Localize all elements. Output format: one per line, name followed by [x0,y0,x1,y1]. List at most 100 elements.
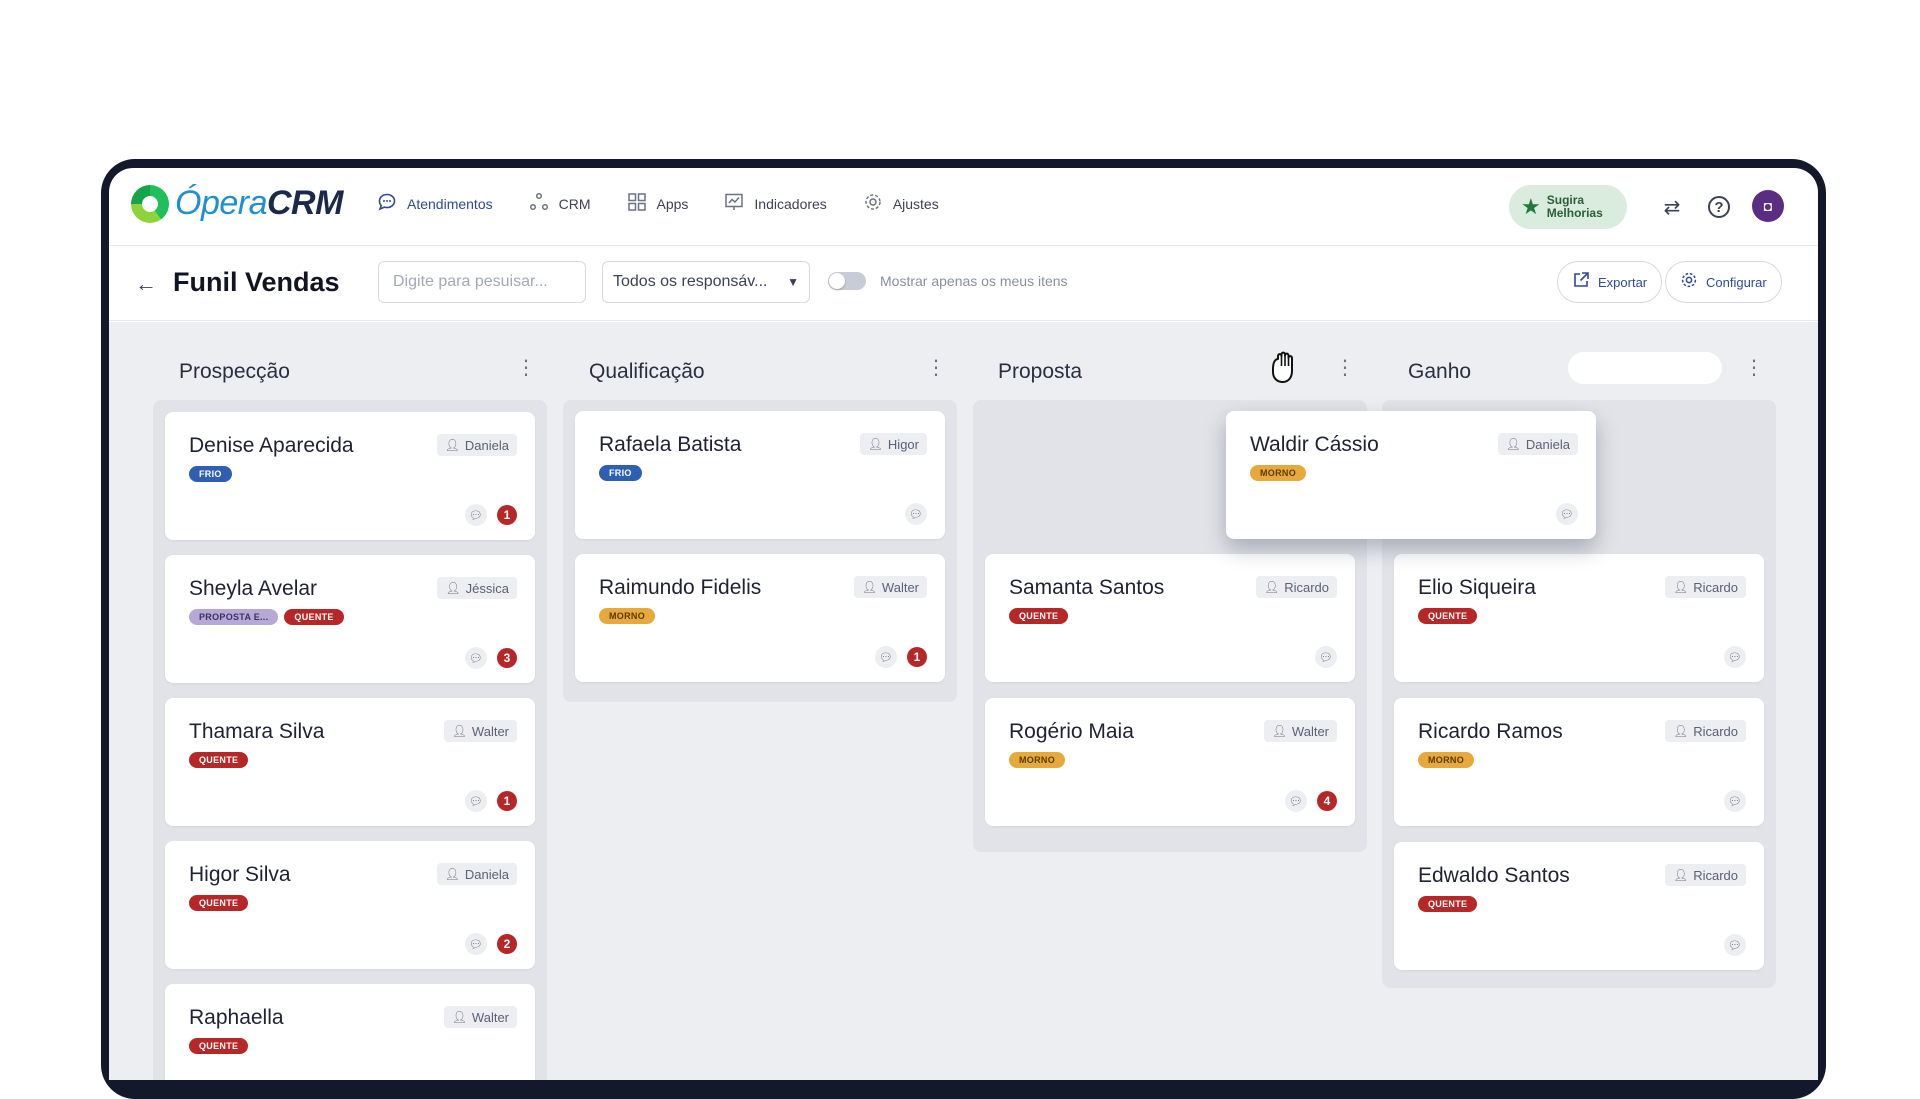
comment-icon[interactable]: 💬︎ [465,504,487,526]
message-count-badge: 4 [1317,791,1337,811]
comment-icon[interactable]: 💬︎ [1315,646,1337,668]
nav-label: CRM [558,196,591,212]
configure-button[interactable]: Configurar [1665,261,1782,303]
deal-card[interactable]: Higor Silva 👤︎ Daniela QUENTE 💬︎ 2 [165,841,535,969]
back-arrow-icon[interactable]: ← [135,271,157,297]
nodes-icon [529,192,549,216]
only-my-items-toggle-group: Mostrar apenas os meus itens [828,272,1068,290]
owner-badge: 👤︎ Walter [853,576,927,598]
temperature-tag: FRIO [599,465,642,481]
column-title: Proposta [998,360,1083,383]
temperature-tag: QUENTE [284,609,344,625]
card-footer: 💬︎ 1 [465,790,517,812]
deal-card[interactable]: Edwaldo Santos 👤︎ Ricardo QUENTE 💬︎ [1394,842,1764,970]
comment-icon[interactable]: 💬︎ [1724,646,1746,668]
temperature-tag: MORNO [599,608,655,624]
star-icon: ★ [1521,194,1541,219]
deal-card[interactable]: Rogério Maia 👤︎ Walter MORNO 💬︎ 4 [985,698,1355,826]
user-icon: 👤︎ [1672,868,1689,882]
column-menu-icon[interactable]: ⋮ [1335,358,1355,378]
top-navigation-bar: ÓperaCRM Atendimentos CRM Apps Indicador… [109,168,1818,246]
help-icon[interactable]: ? [1708,196,1730,218]
deal-card[interactable]: Elio Siqueira 👤︎ Ricardo QUENTE 💬︎ [1394,554,1764,682]
nav-item-ajustes[interactable]: Ajustes [863,192,939,216]
column-menu-icon[interactable]: ⋮ [516,358,536,378]
column-title: Qualificação [589,360,705,383]
owner-name: Walter [471,723,509,739]
comment-icon[interactable]: 💬︎ [465,933,487,955]
user-icon: 👤︎ [444,867,460,881]
nav-label: Indicadores [754,196,827,212]
gear-icon [1680,271,1698,294]
user-icon: 👤︎ [445,581,461,595]
tag-list: MORNO [1418,752,1474,768]
owner-name: Jéssica [465,580,509,596]
owner-badge: 👤︎ Daniela [436,863,517,885]
card-footer: 💬︎ 1 [465,504,517,526]
card-name: Raimundo Fidelis [599,576,762,599]
user-icon: 👤︎ [451,724,467,738]
owner-name: Ricardo [1284,579,1329,595]
logo-mark-icon [131,184,169,223]
deal-card[interactable]: Sheyla Avelar 👤︎ Jéssica PROPOSTA E... QUE… [165,555,535,683]
comment-icon[interactable]: 💬︎ [465,647,487,669]
search-input[interactable] [378,261,586,303]
toggle-label: Mostrar apenas os meus itens [880,273,1068,289]
suggest-improvements-button[interactable]: ★ Sugira Melhorias [1509,185,1627,229]
temperature-tag: QUENTE [189,895,249,911]
owner-badge: 👤︎ Daniela [436,434,517,456]
owner-badge: 👤︎ Ricardo [1664,576,1746,598]
nav-label: Apps [656,196,689,212]
owner-badge: 👤︎ Ricardo [1664,720,1746,742]
card-footer: 💬︎ [1724,790,1746,812]
owner-name: Daniela [1525,436,1570,452]
card-name: Elio Siqueira [1418,576,1536,599]
nav-item-crm[interactable]: CRM [529,192,591,216]
suggest-label: Sugira Melhorias [1546,193,1603,220]
comment-icon[interactable]: 💬︎ [1285,790,1307,812]
deal-card[interactable]: Raimundo Fidelis 👤︎ Walter MORNO 💬︎ 1 [575,554,945,682]
comment-icon[interactable]: 💬︎ [1724,790,1746,812]
tag-list: FRIO [189,466,232,482]
avatar[interactable]: ◘ [1752,190,1784,222]
comment-icon[interactable]: 💬︎ [905,503,927,525]
temperature-tag: MORNO [1009,752,1065,768]
column-menu-icon[interactable]: ⋮ [926,358,946,378]
card-name: Rogério Maia [1009,720,1134,743]
comment-icon[interactable]: 💬︎ [875,646,897,668]
dragged-deal-card[interactable]: Waldir Cássio 👤︎ Daniela MORNO 💬︎ [1226,411,1596,539]
card-name: Waldir Cássio [1250,433,1379,456]
deal-card[interactable]: Thamara Silva 👤︎ Walter QUENTE 💬︎ 1 [165,698,535,826]
deal-card[interactable]: Samanta Santos 👤︎ Ricardo QUENTE 💬︎ [985,554,1355,682]
owner-name: Higor [887,436,919,452]
owner-badge: 👤︎ Higor [859,433,927,455]
temperature-tag: QUENTE [189,1038,249,1054]
deal-card[interactable]: Ricardo Ramos 👤︎ Ricardo MORNO 💬︎ [1394,698,1764,826]
owner-name: Walter [471,1009,509,1025]
card-footer: 💬︎ [1315,646,1337,668]
deal-card[interactable]: Raphaella 👤︎ Walter QUENTE [165,984,535,1080]
responsible-select[interactable]: Todos os responsáv... ▼ [602,261,810,303]
deal-card[interactable]: Denise Aparecida 👤︎ Daniela FRIO 💬︎ 1 [165,412,535,540]
logo[interactable]: ÓperaCRM [131,184,343,223]
export-button[interactable]: Exportar [1557,261,1663,303]
deal-card[interactable]: Rafaela Batista 👤︎ Higor FRIO 💬︎ [575,411,945,539]
column-menu-icon[interactable]: ⋮ [1744,358,1764,378]
only-my-items-toggle[interactable] [828,272,866,290]
comment-icon[interactable]: 💬︎ [1556,503,1578,525]
user-icon: 👤︎ [444,438,460,452]
card-footer: 💬︎ [1556,503,1578,525]
column-filter-pill[interactable] [1568,352,1722,384]
message-count-badge: 3 [497,648,517,668]
temperature-tag: QUENTE [189,752,249,768]
nav-item-atendimentos[interactable]: Atendimentos [377,192,493,216]
card-name: Raphaella [189,1006,284,1029]
user-icon: 👤︎ [861,580,877,594]
app-window: ÓperaCRM Atendimentos CRM Apps Indicador… [109,168,1818,1080]
card-name: Higor Silva [189,863,291,886]
nav-item-apps[interactable]: Apps [627,192,689,216]
comment-icon[interactable]: 💬︎ [1724,934,1746,956]
swap-arrows-icon[interactable]: ⇄ [1658,193,1686,221]
nav-item-indicadores[interactable]: Indicadores [724,192,827,216]
comment-icon[interactable]: 💬︎ [465,790,487,812]
